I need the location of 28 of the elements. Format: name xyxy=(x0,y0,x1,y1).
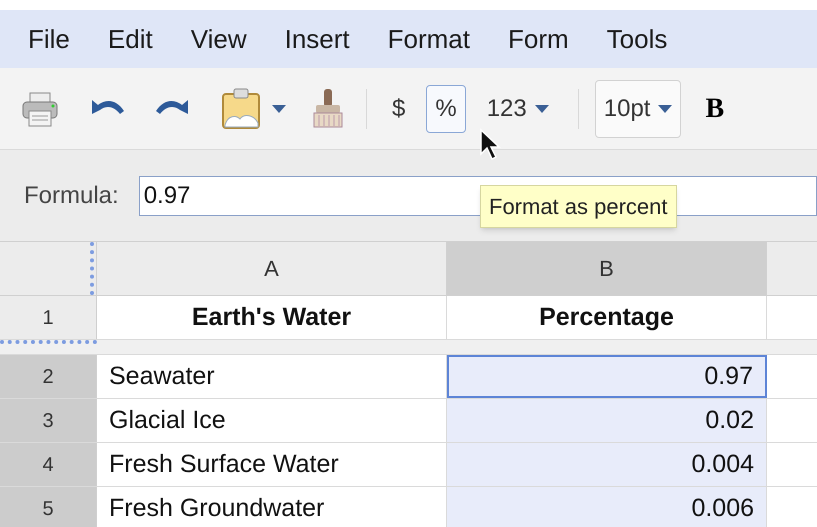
caret-icon xyxy=(272,104,286,112)
insert-image-button[interactable] xyxy=(220,86,286,130)
format-button[interactable]: $ xyxy=(383,84,414,132)
menu-item[interactable]: Edit xyxy=(108,20,153,58)
row-header[interactable]: 3 xyxy=(0,399,97,442)
menu-item[interactable]: Insert xyxy=(284,20,350,58)
bold-button[interactable]: B xyxy=(705,88,724,130)
row-header[interactable]: 4 xyxy=(0,443,97,486)
caret-icon xyxy=(534,104,549,112)
row-header[interactable]: 5 xyxy=(0,487,97,527)
formula-label: Formula: xyxy=(24,180,119,210)
dropdown-button[interactable]: 10pt xyxy=(594,80,682,138)
menu-item[interactable]: File xyxy=(28,20,70,58)
column-header[interactable]: B xyxy=(447,242,767,295)
tooltip: Format as percent xyxy=(480,185,677,228)
menu-item[interactable]: View xyxy=(190,20,247,58)
table-cell[interactable]: 0.02 xyxy=(447,399,767,442)
format-button[interactable]: % xyxy=(426,84,466,132)
row-header[interactable]: 1 xyxy=(0,296,97,339)
row-header[interactable]: 2 xyxy=(0,355,97,398)
menu-item[interactable]: Format xyxy=(388,20,470,58)
table-cell[interactable]: 0.006 xyxy=(447,487,767,527)
menu-item[interactable]: Tools xyxy=(606,20,668,58)
table-cell[interactable]: 0.97 xyxy=(447,355,767,398)
dropdown-button[interactable]: 123 xyxy=(478,80,558,138)
menu-item[interactable]: Form xyxy=(508,20,569,58)
caret-icon xyxy=(658,104,672,112)
table-cell[interactable]: 0.004 xyxy=(447,443,767,486)
